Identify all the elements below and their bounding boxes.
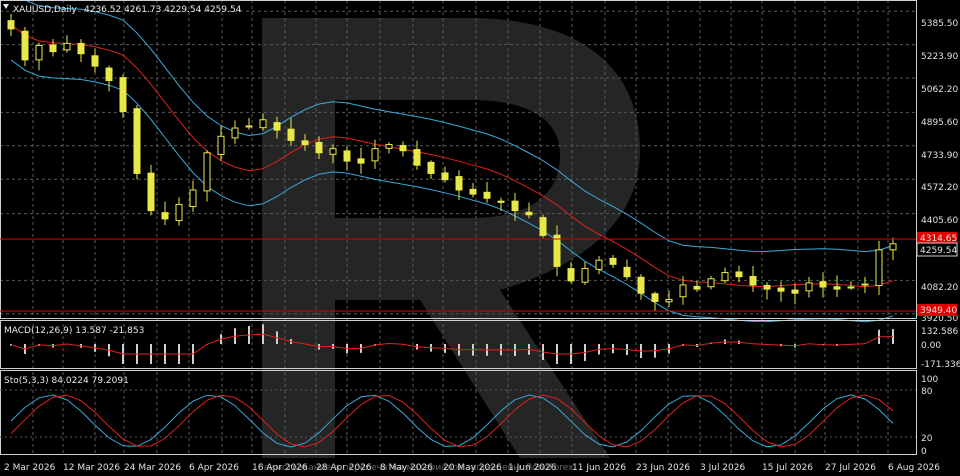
candle-body xyxy=(287,128,295,141)
macd-tick: -171.336 xyxy=(921,360,960,370)
candle-body xyxy=(357,158,365,164)
candle-body xyxy=(791,289,799,294)
candle-body xyxy=(273,122,281,131)
symbol-header: XAUUSD,Daily 4236.52 4261.73 4229.54 425… xyxy=(3,4,242,15)
candle-body xyxy=(231,127,239,139)
candle-body xyxy=(371,148,379,162)
price-tick: 5223.90 xyxy=(921,52,958,62)
candle-body xyxy=(847,286,855,289)
candle-body xyxy=(301,140,309,146)
macd-tick: 132.586 xyxy=(921,327,958,337)
candle-body xyxy=(707,278,715,288)
candle-body xyxy=(735,271,743,278)
candle-body xyxy=(455,176,463,191)
candle-body xyxy=(315,141,323,154)
watermark-footer: Заимствование и перепечатка материалов з… xyxy=(258,463,574,473)
date-tick: 24 Mar 2026 xyxy=(124,463,181,473)
candle-body xyxy=(399,144,407,152)
candle-body xyxy=(567,268,575,282)
candle-body xyxy=(119,77,127,113)
symbol-label: XAUUSD,Daily xyxy=(13,5,77,15)
candle-body xyxy=(889,243,897,251)
date-tick: 2 Mar 2026 xyxy=(4,463,56,473)
macd-label: MACD(12,26,9) 13.587 -21.853 xyxy=(4,326,144,336)
date-tick: 12 Mar 2026 xyxy=(63,463,120,473)
stoch-label: Sto(5,3,3) 84.0224 79.2091 xyxy=(4,376,129,386)
candle-body xyxy=(623,266,631,278)
candle-body xyxy=(651,293,659,302)
date-tick: 6 Aug 2026 xyxy=(888,463,940,473)
candle-body xyxy=(497,200,505,203)
candle-body xyxy=(147,172,155,212)
candle-body xyxy=(749,275,757,286)
candle-body xyxy=(91,55,99,67)
date-tick: 6 Apr 2026 xyxy=(189,463,239,473)
stoch-tick: 80 xyxy=(921,387,933,397)
candle-body xyxy=(35,44,43,61)
candle-body xyxy=(861,283,869,286)
candle-body xyxy=(693,285,701,290)
candle-body xyxy=(469,188,477,195)
candle-body xyxy=(609,257,617,265)
price-tick: 4082.20 xyxy=(921,283,958,293)
candle-body xyxy=(105,67,113,82)
candle-body xyxy=(427,161,435,174)
candle-body xyxy=(763,284,771,290)
candle-body xyxy=(511,200,519,212)
price-tick: 4733.90 xyxy=(921,151,958,161)
date-tick: 15 Jul 2026 xyxy=(762,463,813,473)
candle-body xyxy=(343,150,351,162)
candle-body xyxy=(665,298,673,303)
candle-body xyxy=(49,44,57,53)
candle-body xyxy=(245,125,253,128)
candle-body xyxy=(133,108,141,174)
candle-body xyxy=(329,148,337,155)
candle-body xyxy=(441,172,449,181)
candle-body xyxy=(679,284,687,298)
ohlc-values: 4236.52 4261.73 4229.54 4259.54 xyxy=(84,5,242,15)
candle-body xyxy=(819,281,827,288)
price-tick: 4572.20 xyxy=(921,183,958,193)
lower-level-label: 3949.40 xyxy=(920,306,957,316)
candle-body xyxy=(553,234,561,267)
candle-body xyxy=(875,249,883,287)
date-tick: 3 Jul 2026 xyxy=(700,463,745,473)
price-tick: 5062.20 xyxy=(921,85,958,95)
candle-body xyxy=(259,119,267,129)
candle-body xyxy=(777,287,785,292)
stoch-tick: 0 xyxy=(921,447,927,457)
candle-body xyxy=(203,152,211,192)
stoch-tick: 20 xyxy=(921,434,933,444)
candle-body xyxy=(7,20,15,30)
candle-body xyxy=(637,276,645,294)
candle-body xyxy=(525,211,533,216)
date-tick: 11 Jun 2026 xyxy=(572,463,626,473)
candle-body xyxy=(217,135,225,155)
candle-body xyxy=(721,272,729,282)
candle-body xyxy=(21,30,29,61)
date-tick: 23 Jun 2026 xyxy=(636,463,690,473)
trading-chart[interactable]: XAUUSD,Daily 4236.52 4261.73 4229.54 425… xyxy=(0,0,960,476)
candle-body xyxy=(413,149,421,166)
current-price-label: 4259.54 xyxy=(920,246,957,256)
candle-body xyxy=(385,144,393,149)
candle-body xyxy=(581,267,589,283)
candle-body xyxy=(483,191,491,199)
candle-body xyxy=(539,217,547,236)
candle-body xyxy=(833,286,841,290)
candle-body xyxy=(175,203,183,222)
price-tick: 5385.50 xyxy=(921,19,958,29)
candle-body xyxy=(161,212,169,220)
candle-body xyxy=(189,189,197,208)
candle-body xyxy=(77,42,85,55)
candle-body xyxy=(805,282,813,292)
date-tick: 27 Jul 2026 xyxy=(825,463,876,473)
candle-body xyxy=(595,259,603,270)
candle-body xyxy=(63,42,71,51)
price-tick: 4405.60 xyxy=(921,216,958,226)
stoch-tick: 100 xyxy=(921,375,938,385)
price-tick: 4895.60 xyxy=(921,118,958,128)
macd-tick: 0.00 xyxy=(921,341,941,351)
